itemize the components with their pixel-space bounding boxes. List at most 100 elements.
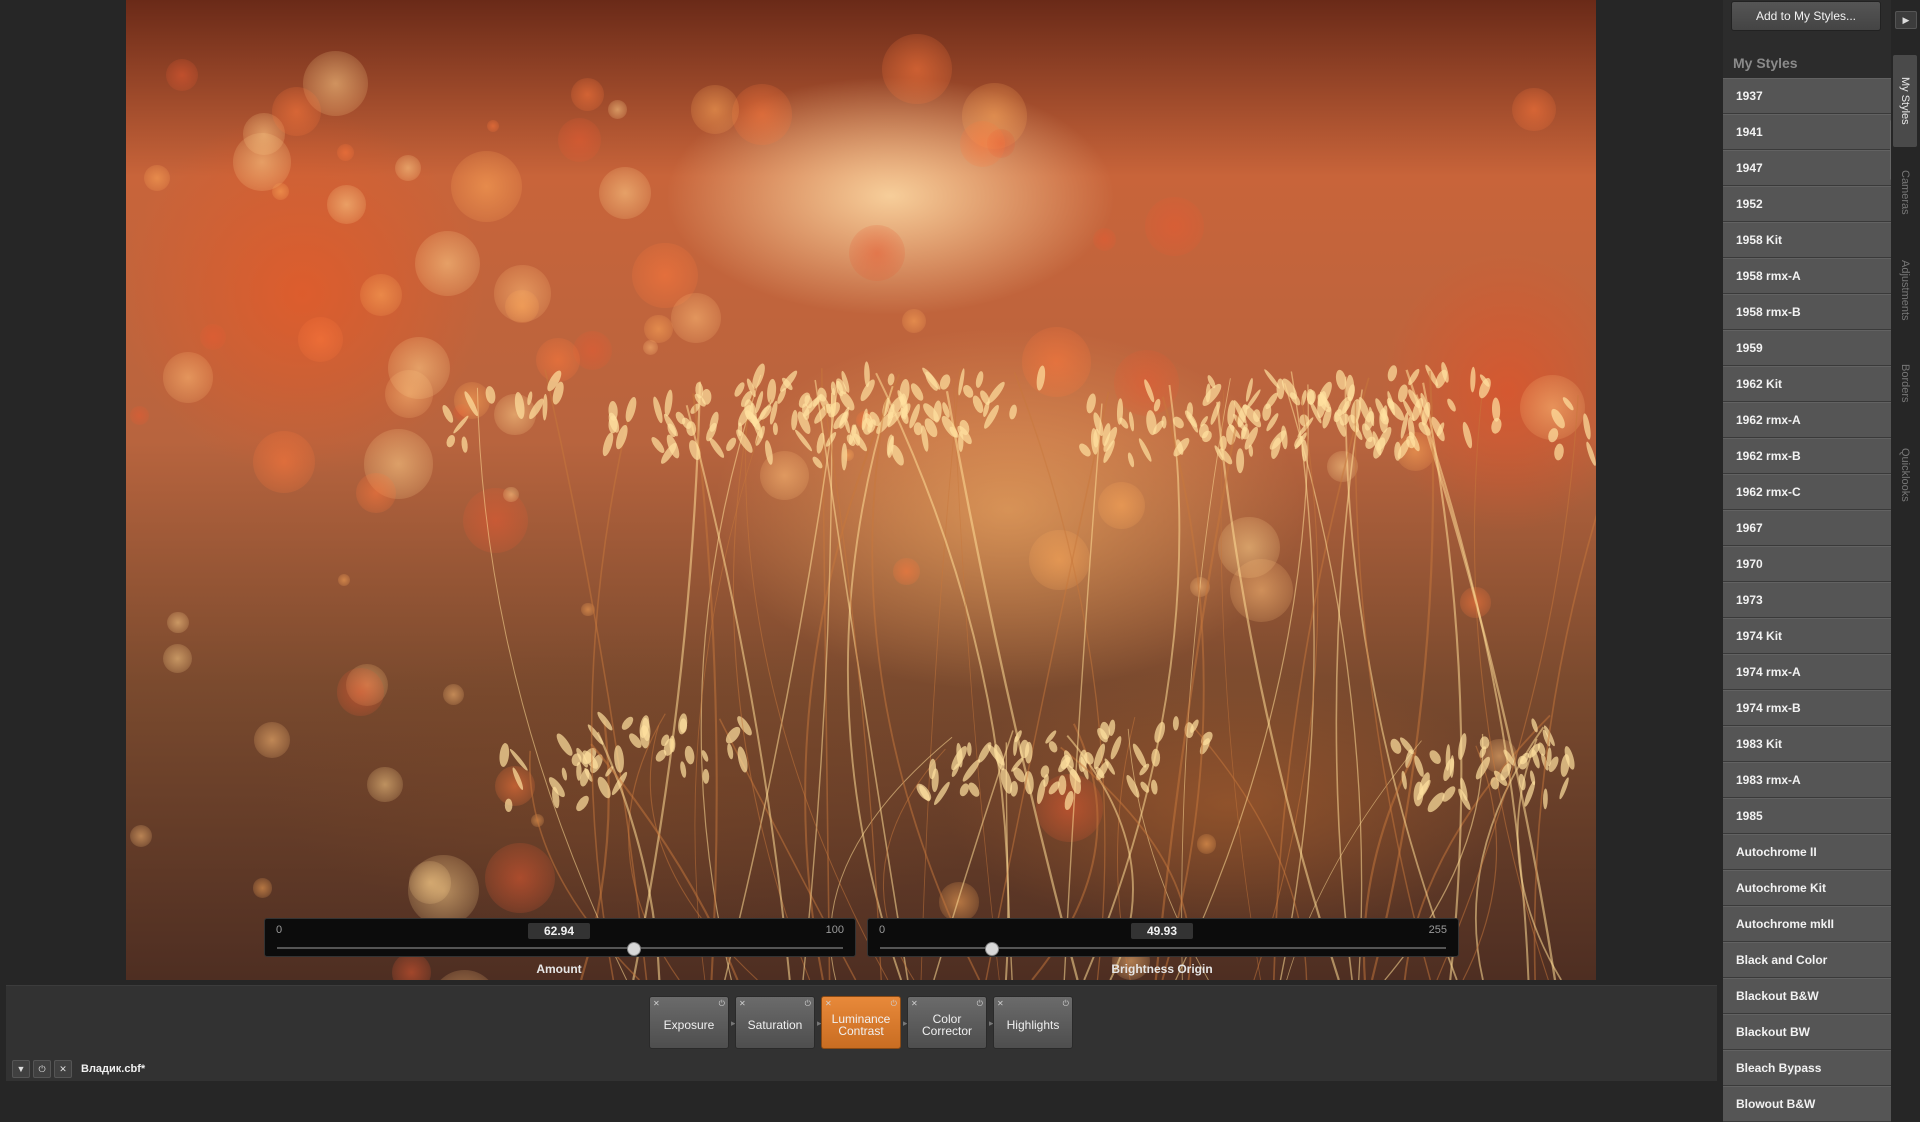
module-close-icon[interactable]: ✕ xyxy=(911,998,918,1010)
grass-seed-head xyxy=(576,795,589,812)
grass-stem xyxy=(824,404,882,980)
module-close-icon[interactable]: ✕ xyxy=(739,998,746,1010)
side-tab-bar: ▶ My Styles Cameras Adjustments Borders … xyxy=(1891,0,1920,1080)
grass-seed-head xyxy=(1079,443,1091,457)
grass-stem xyxy=(1279,371,1315,980)
grass-seed-head xyxy=(887,373,895,386)
grass-stem xyxy=(1516,738,1562,980)
tab-cameras[interactable]: Cameras xyxy=(1893,160,1917,224)
grass-seed-head xyxy=(764,440,773,465)
grass-seed-head xyxy=(794,429,813,452)
style-item[interactable]: Autochrome mkII xyxy=(1723,906,1891,942)
grass-seed-head xyxy=(597,776,611,799)
grass-stem xyxy=(1161,396,1205,980)
module-power-icon[interactable]: ⏻ xyxy=(719,998,725,1010)
module-saturation[interactable]: ✕ ⏻ Saturation xyxy=(735,996,815,1049)
module-luminance-contrast[interactable]: ✕ ⏻ Luminance Contrast xyxy=(821,996,901,1049)
style-item[interactable]: 1973 xyxy=(1723,582,1891,618)
grass-seed-head xyxy=(780,370,798,392)
grass-seed-head xyxy=(1583,413,1591,440)
grass-stem xyxy=(1354,401,1432,980)
brightness-origin-slider-thumb[interactable] xyxy=(984,942,999,956)
style-item[interactable]: 1983 rmx-A xyxy=(1723,762,1891,798)
brightness-origin-slider-track[interactable] xyxy=(880,942,1446,956)
style-item[interactable]: Bleach Bypass xyxy=(1723,1050,1891,1086)
grass-seed-head xyxy=(602,432,614,457)
grass-seed-head xyxy=(1138,438,1152,462)
grass-seed-head xyxy=(772,422,778,436)
brightness-origin-slider[interactable]: 0 49.93 255 xyxy=(867,918,1459,957)
module-power-icon[interactable]: ⏻ xyxy=(1063,998,1069,1010)
module-exposure[interactable]: ✕ ⏻ Exposure xyxy=(649,996,729,1049)
style-item[interactable]: 1947 xyxy=(1723,150,1891,186)
style-item[interactable]: 1962 rmx-C xyxy=(1723,474,1891,510)
grass-stem xyxy=(1370,370,1435,980)
module-highlights[interactable]: ✕ ⏻ Highlights xyxy=(993,996,1073,1049)
module-power-icon[interactable]: ⏻ xyxy=(805,998,811,1010)
style-item[interactable]: 1985 xyxy=(1723,798,1891,834)
style-item[interactable]: 1958 Kit xyxy=(1723,222,1891,258)
grass-seed-head xyxy=(499,743,510,767)
style-item[interactable]: Blowout B&W xyxy=(1723,1086,1891,1122)
photo-canvas[interactable] xyxy=(126,0,1596,980)
grass-seed-head xyxy=(1559,777,1569,800)
add-to-my-styles-button[interactable]: Add to My Styles... xyxy=(1731,1,1881,31)
style-item[interactable]: 1974 rmx-A xyxy=(1723,654,1891,690)
grass-seed-head xyxy=(736,429,753,453)
style-item[interactable]: Blackout B&W xyxy=(1723,978,1891,1014)
dropdown-icon[interactable]: ▼ xyxy=(12,1060,30,1078)
style-item[interactable]: 1967 xyxy=(1723,510,1891,546)
grass-seed-head xyxy=(611,771,628,796)
style-item[interactable]: 1962 rmx-B xyxy=(1723,438,1891,474)
grass-seed-head xyxy=(453,415,469,434)
grass-seed-head xyxy=(684,745,695,765)
grass-seed-head xyxy=(651,437,665,453)
grass-stem xyxy=(985,391,1110,980)
close-icon[interactable]: ✕ xyxy=(54,1060,72,1078)
module-power-icon[interactable]: ⏻ xyxy=(891,998,897,1010)
grass-stem xyxy=(590,399,634,980)
style-item[interactable]: 1962 rmx-A xyxy=(1723,402,1891,438)
amount-slider[interactable]: 0 62.94 100 xyxy=(264,918,856,957)
style-item[interactable]: 1937 xyxy=(1723,78,1891,114)
styles-section-title: My Styles xyxy=(1733,55,1798,71)
style-item[interactable]: Blackout BW xyxy=(1723,1014,1891,1050)
style-item[interactable]: 1958 rmx-A xyxy=(1723,258,1891,294)
style-item[interactable]: 1974 Kit xyxy=(1723,618,1891,654)
style-list: 1937 1941 1947 1952 1958 Kit 1958 rmx-A 1958 r… xyxy=(1723,78,1891,1122)
style-item[interactable]: 1941 xyxy=(1723,114,1891,150)
style-item[interactable]: Autochrome II xyxy=(1723,834,1891,870)
module-close-icon[interactable]: ✕ xyxy=(997,998,1004,1010)
style-item[interactable]: Black and Color xyxy=(1723,942,1891,978)
amount-slider-thumb[interactable] xyxy=(627,942,642,956)
grass-stem xyxy=(1013,372,1106,980)
module-close-icon[interactable]: ✕ xyxy=(825,998,832,1010)
style-item[interactable]: 1958 rmx-B xyxy=(1723,294,1891,330)
amount-slider-value[interactable]: 62.94 xyxy=(528,923,590,939)
amount-slider-track[interactable] xyxy=(277,942,843,956)
style-item[interactable]: Autochrome Kit xyxy=(1723,870,1891,906)
tab-quicklooks[interactable]: Quicklooks xyxy=(1893,440,1917,510)
grass-seed-head xyxy=(653,396,663,424)
module-color-corrector[interactable]: ✕ ⏻ Color Corrector xyxy=(907,996,987,1049)
grass-seed-head xyxy=(679,718,688,733)
tab-borders[interactable]: Borders xyxy=(1893,355,1917,411)
grass-seed-head xyxy=(925,371,938,391)
module-close-icon[interactable]: ✕ xyxy=(653,998,660,1010)
grass-stem xyxy=(724,380,840,980)
style-item[interactable]: 1952 xyxy=(1723,186,1891,222)
style-item[interactable]: 1970 xyxy=(1723,546,1891,582)
grass-seed-head xyxy=(512,767,524,790)
style-item[interactable]: 1983 Kit xyxy=(1723,726,1891,762)
brightness-origin-slider-value[interactable]: 49.93 xyxy=(1131,923,1193,939)
collapse-panel-icon[interactable]: ▶ xyxy=(1895,11,1917,29)
grass-stem xyxy=(945,390,1079,980)
style-item[interactable]: 1962 Kit xyxy=(1723,366,1891,402)
module-power-icon[interactable]: ⏻ xyxy=(977,998,983,1010)
grass-seed-head xyxy=(625,396,637,423)
tab-my-styles[interactable]: My Styles xyxy=(1893,55,1917,147)
power-icon[interactable]: ⏻ xyxy=(33,1060,51,1078)
tab-adjustments[interactable]: Adjustments xyxy=(1893,250,1917,330)
style-item[interactable]: 1959 xyxy=(1723,330,1891,366)
style-item[interactable]: 1974 rmx-B xyxy=(1723,690,1891,726)
